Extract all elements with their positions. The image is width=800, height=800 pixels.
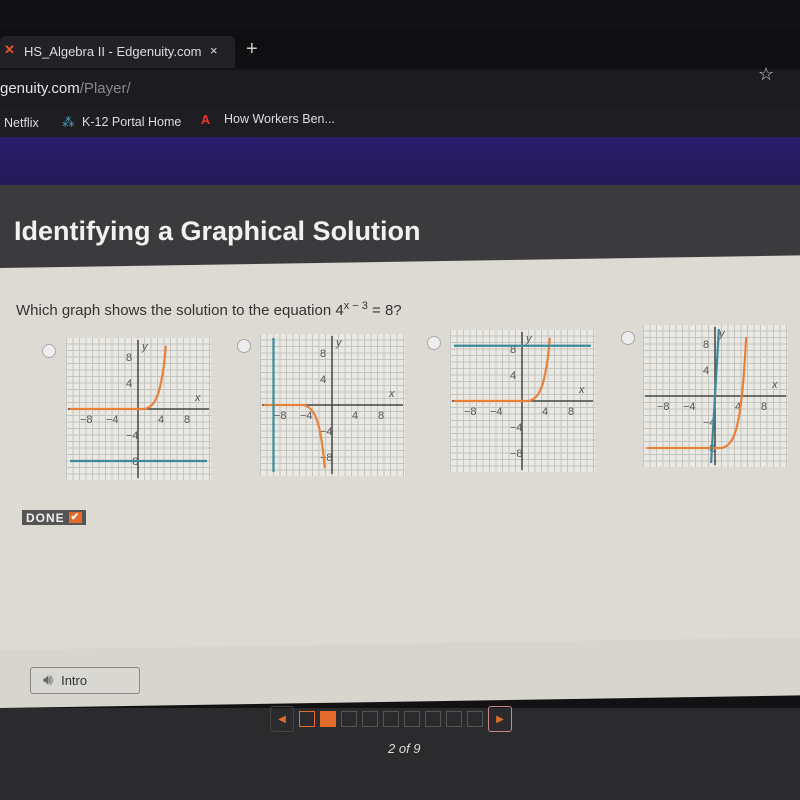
site-header	[0, 137, 800, 187]
tab-close-icon[interactable]: ×	[210, 43, 218, 58]
y-tick-label: 4	[510, 370, 516, 382]
x-tick-label: −8	[80, 414, 93, 426]
x-axis-label: x	[388, 388, 395, 400]
new-tab-button[interactable]: +	[246, 38, 258, 61]
graph-option-b[interactable]: −8 −4 4 884−4−8xy	[260, 334, 405, 476]
option-a-radio[interactable]	[42, 344, 56, 358]
page-4-button[interactable]	[362, 711, 378, 727]
option-d-radio[interactable]	[621, 331, 635, 345]
graph-option-c[interactable]: −8 −4 4 884−4−8xy	[450, 330, 595, 472]
y-tick-label: −8	[510, 448, 523, 460]
y-tick-label: 4	[320, 374, 326, 386]
page-8-button[interactable]	[446, 711, 462, 727]
graph-option-d[interactable]: −8 −4 4 884−4−8xy	[643, 325, 788, 467]
bookmark-star-icon[interactable]: ☆	[758, 64, 774, 85]
done-label: DONE	[26, 510, 65, 525]
x-axis-label: x	[194, 392, 201, 404]
edgenuity-favicon-icon: ✕	[4, 42, 15, 57]
bookmark-netflix[interactable]: Netflix	[4, 116, 39, 130]
x-tick-label: 8	[761, 401, 767, 413]
graph-option-a[interactable]: −8−44884−4−8xy	[66, 338, 211, 480]
x-tick-label: 4	[352, 410, 358, 422]
page-title: Identifying a Graphical Solution	[14, 216, 421, 246]
y-tick-label: 8	[703, 339, 709, 351]
prev-page-button[interactable]: ◀	[270, 706, 294, 732]
done-button[interactable]: DONE ✔	[22, 510, 87, 525]
x-axis-label: x	[771, 379, 778, 391]
y-tick-label: 8	[126, 352, 132, 364]
x-tick-label: −8	[657, 401, 670, 413]
y-tick-label: 4	[703, 365, 709, 377]
intro-button[interactable]: 🔊︎ Intro	[30, 667, 140, 694]
bookmark-how-workers[interactable]: How Workers Ben...	[224, 112, 335, 126]
page-indicator: 2 of 9	[388, 741, 421, 756]
x-tick-label: −4	[300, 410, 313, 422]
x-tick-label: 8	[568, 406, 574, 418]
x-axis-label: x	[578, 384, 585, 396]
k12-favicon-icon: ⁂	[62, 115, 75, 129]
x-tick-label: 8	[378, 410, 384, 422]
x-tick-label: 8	[184, 414, 190, 426]
url-host: genuity.com	[0, 80, 80, 97]
bookmark-a-icon: A	[201, 113, 211, 127]
page-9-button[interactable]	[467, 711, 483, 727]
option-c-radio[interactable]	[427, 336, 441, 350]
y-tick-label: 4	[126, 378, 132, 390]
y-tick-label: −4	[126, 430, 139, 442]
page-7-button[interactable]	[425, 711, 441, 727]
page-6-button[interactable]	[404, 711, 420, 727]
tab-title: HS_Algebra II - Edgenuity.com	[24, 44, 202, 59]
x-tick-label: −4	[490, 406, 503, 418]
option-b-radio[interactable]	[237, 339, 251, 353]
x-tick-label: 4	[158, 414, 164, 426]
x-tick-label: −8	[464, 406, 477, 418]
y-tick-label: −8	[320, 452, 333, 464]
y-tick-label: −4	[510, 422, 523, 434]
page-1-button[interactable]	[299, 711, 315, 727]
bookmarks-bar: Netflix ⁂ K-12 Portal Home A How Workers…	[0, 108, 800, 138]
x-tick-label: −4	[106, 414, 119, 426]
page-2-button[interactable]	[320, 711, 336, 727]
check-icon: ✔	[68, 512, 83, 523]
bookmark-k12-portal[interactable]: K-12 Portal Home	[82, 115, 181, 129]
page-3-button[interactable]	[341, 711, 357, 727]
speaker-icon: 🔊︎	[43, 671, 54, 689]
x-tick-label: 4	[542, 406, 548, 418]
next-page-button[interactable]: ▶	[488, 706, 512, 732]
x-tick-label: −8	[274, 410, 287, 422]
x-tick-label: −4	[683, 401, 696, 413]
url-path: /Player/	[79, 80, 131, 97]
browser-tab[interactable]: ✕ HS_Algebra II - Edgenuity.com ×	[0, 36, 235, 68]
page-5-button[interactable]	[383, 711, 399, 727]
intro-label: Intro	[61, 673, 88, 688]
address-bar[interactable]: genuity.com/Player/ ☆	[0, 64, 800, 110]
pager: ◀ ▶	[270, 706, 512, 732]
y-tick-label: 8	[320, 348, 326, 360]
question-text: Which graph shows the solution to the eq…	[16, 300, 402, 319]
